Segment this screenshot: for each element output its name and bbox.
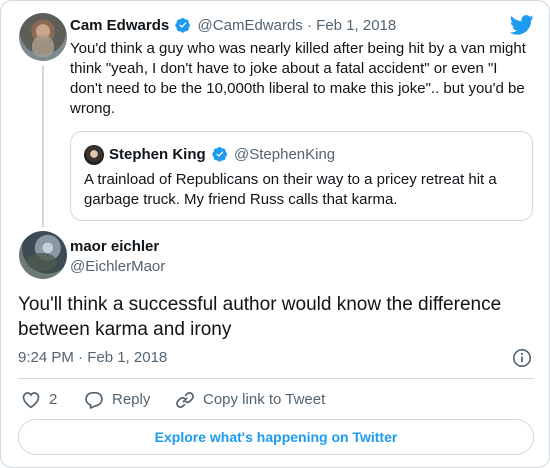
quoted-author-name: Stephen King	[109, 146, 206, 163]
verified-badge-icon	[175, 18, 191, 33]
reply-button[interactable]: Reply	[84, 390, 150, 410]
copy-link-label: Copy link to Tweet	[203, 391, 326, 408]
quoted-author-handle: @StephenKing	[234, 146, 336, 163]
parent-tweet-text: You'd think a guy who was nearly killed …	[70, 40, 526, 117]
divider	[18, 378, 534, 379]
parent-tweet-date[interactable]: Feb 1, 2018	[316, 17, 396, 34]
explore-twitter-button[interactable]: Explore what's happening on Twitter	[18, 419, 534, 455]
embedded-tweet-card: Cam Edwards @CamEdwards · Feb 1, 2018 Yo…	[0, 0, 550, 468]
twitter-bird-icon[interactable]	[510, 15, 534, 35]
heart-icon	[22, 392, 40, 409]
main-author-handle[interactable]: @EichlerMaor	[70, 257, 165, 277]
reply-label: Reply	[112, 391, 151, 408]
like-count: 2	[49, 391, 58, 408]
quoted-tweet-text: A trainload of Republicans on their way …	[84, 171, 497, 208]
main-author-name[interactable]: maor eichler	[70, 237, 159, 257]
avatar-stephen-king	[84, 145, 104, 165]
reply-bubble-icon	[85, 391, 103, 409]
avatar-cam-edwards[interactable]	[19, 13, 67, 61]
parent-author-handle[interactable]: @CamEdwards	[198, 17, 303, 34]
quoted-tweet-header: Stephen King @StephenKing	[109, 145, 335, 165]
quoted-tweet-card[interactable]: Stephen King @StephenKing A trainload of…	[70, 131, 533, 221]
avatar-maor-eichler[interactable]	[19, 231, 67, 279]
link-icon	[176, 392, 194, 408]
main-tweet-text: You'll think a successful author would k…	[18, 294, 502, 340]
info-icon[interactable]	[512, 348, 532, 368]
header-separator: ·	[306, 17, 312, 34]
copy-link-button[interactable]: Copy link to Tweet	[175, 390, 325, 410]
main-tweet-timestamp[interactable]: 9:24 PM · Feb 1, 2018	[18, 348, 167, 368]
thread-connector-line	[42, 65, 44, 227]
parent-tweet-header: Cam Edwards @CamEdwards · Feb 1, 2018	[70, 16, 396, 38]
parent-author-name[interactable]: Cam Edwards	[70, 17, 169, 34]
verified-badge-icon	[212, 147, 227, 162]
like-button[interactable]: 2	[21, 390, 57, 410]
